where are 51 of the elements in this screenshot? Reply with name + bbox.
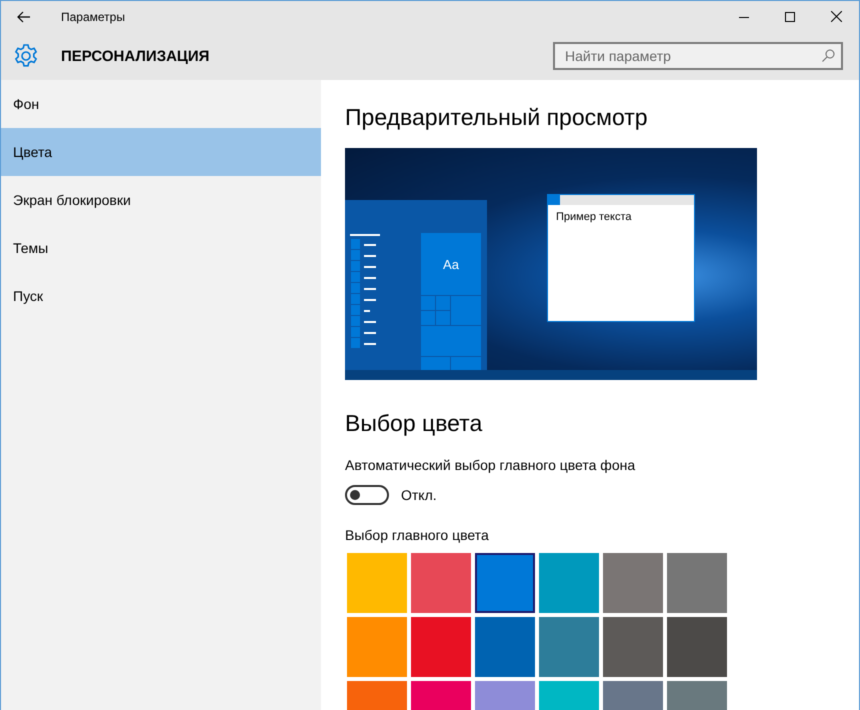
menu-line bbox=[364, 255, 376, 256]
search-icon bbox=[822, 49, 835, 62]
preview-tile bbox=[436, 311, 450, 325]
preview-tile bbox=[421, 311, 435, 325]
menu-line bbox=[364, 343, 376, 344]
menu-line bbox=[364, 288, 376, 290]
preview-tile: Aa bbox=[421, 233, 481, 295]
sample-text: Пример текста bbox=[556, 211, 632, 223]
color-swatch[interactable] bbox=[603, 617, 663, 677]
setting-label: Автоматический выбор главного цвета фона bbox=[345, 457, 636, 473]
search-field[interactable]: Найти параметр bbox=[553, 42, 843, 70]
sidebar-item[interactable]: Темы bbox=[1, 224, 321, 272]
toggle-state-text: Откл. bbox=[401, 487, 437, 503]
preview-tile bbox=[421, 357, 450, 370]
color-swatch[interactable] bbox=[539, 553, 599, 613]
menu-line bbox=[364, 266, 376, 268]
preview-tile bbox=[421, 296, 435, 310]
menu-line bbox=[364, 244, 376, 246]
color-swatch[interactable] bbox=[539, 617, 599, 677]
color-swatch[interactable] bbox=[667, 553, 727, 613]
sidebar-item[interactable]: Цвета bbox=[1, 128, 321, 176]
setting-label: Выбор главного цвета bbox=[345, 527, 490, 543]
back-arrow-icon bbox=[17, 10, 31, 22]
menu-line bbox=[364, 332, 376, 334]
window-title: Параметры bbox=[61, 10, 125, 24]
sidebar-item[interactable]: Экран блокировки bbox=[1, 176, 321, 224]
sidebar-item[interactable]: Фон bbox=[1, 80, 321, 128]
color-swatch[interactable] bbox=[475, 617, 535, 677]
settings-gear-icon bbox=[13, 43, 39, 69]
maximize-icon bbox=[785, 12, 795, 22]
color-swatch[interactable] bbox=[347, 617, 407, 677]
color-swatch[interactable] bbox=[667, 617, 727, 677]
preview-tile bbox=[421, 326, 481, 356]
color-swatch[interactable] bbox=[411, 617, 471, 677]
preview-tile bbox=[451, 357, 481, 370]
preview-tile bbox=[436, 296, 450, 310]
toggle-switch[interactable] bbox=[345, 485, 389, 505]
menu-line bbox=[364, 321, 376, 322]
color-swatch[interactable] bbox=[603, 553, 663, 613]
page-title: ПЕРСОНАЛИЗАЦИЯ bbox=[61, 48, 210, 64]
menu-line bbox=[364, 299, 376, 300]
menu-line bbox=[364, 277, 376, 278]
color-swatch[interactable] bbox=[475, 553, 535, 613]
sidebar-item[interactable]: Пуск bbox=[1, 272, 321, 320]
color-swatch[interactable] bbox=[347, 553, 407, 613]
close-icon bbox=[830, 11, 842, 22]
section-heading: Предварительный просмотр bbox=[345, 106, 649, 129]
preview-tile bbox=[451, 296, 481, 325]
menu-line bbox=[350, 234, 380, 236]
section-heading: Выбор цвета bbox=[345, 412, 484, 435]
color-swatch[interactable] bbox=[411, 553, 471, 613]
